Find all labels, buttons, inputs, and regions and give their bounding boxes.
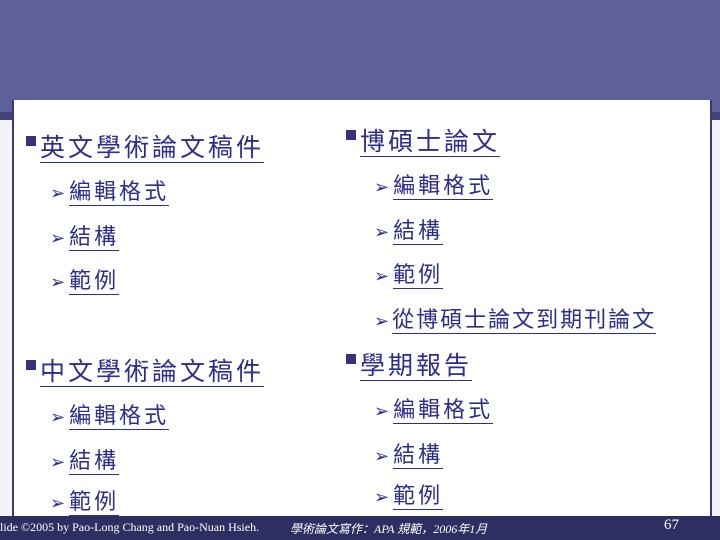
arrow-bullet-icon: ➢ xyxy=(374,401,393,422)
arrow-bullet-icon: ➢ xyxy=(50,183,69,204)
heading-english-paper: 英文學術論文稿件 xyxy=(26,128,265,164)
list-item: ➢範例 xyxy=(374,478,444,510)
heading-term-report: 學期報告 xyxy=(346,346,473,382)
heading-text: 學期報告 xyxy=(360,351,473,381)
heading-text: 英文學術論文稿件 xyxy=(40,133,265,163)
item-text: 編輯格式 xyxy=(393,398,494,424)
list-item: ➢編輯格式 xyxy=(374,168,494,200)
square-bullet-icon xyxy=(26,136,36,146)
item-text: 編輯格式 xyxy=(69,180,170,206)
item-text: 範例 xyxy=(393,484,444,510)
heading-text: 中文學術論文稿件 xyxy=(40,357,265,387)
item-text: 結構 xyxy=(393,219,444,245)
item-text: 結構 xyxy=(69,225,120,251)
list-item: ➢從博碩士論文到期刊論文 xyxy=(374,302,657,334)
heading-chinese-paper: 中文學術論文稿件 xyxy=(26,352,265,388)
heading-thesis: 博碩士論文 xyxy=(346,122,501,158)
list-item: ➢結構 xyxy=(50,219,120,251)
arrow-bullet-icon: ➢ xyxy=(50,452,69,473)
arrow-bullet-icon: ➢ xyxy=(374,177,393,198)
item-text: 編輯格式 xyxy=(69,404,170,430)
slide-footer: lide ©2005 by Pao-Long Chang and Pao-Nua… xyxy=(0,516,720,540)
list-item: ➢範例 xyxy=(50,484,120,516)
page-number: 67 xyxy=(664,517,679,533)
list-item: ➢編輯格式 xyxy=(50,398,170,430)
item-text: 範例 xyxy=(69,269,120,295)
item-text: 編輯格式 xyxy=(393,174,494,200)
list-item: ➢範例 xyxy=(50,263,120,295)
item-text: 結構 xyxy=(69,449,120,475)
square-bullet-icon xyxy=(346,130,356,140)
footer-course: 學術論文寫作：APA 規範，2006年1月 xyxy=(290,522,488,536)
item-text: 範例 xyxy=(69,490,120,516)
arrow-bullet-icon: ➢ xyxy=(374,222,393,243)
arrow-bullet-icon: ➢ xyxy=(50,407,69,428)
list-item: ➢編輯格式 xyxy=(374,392,494,424)
list-item: ➢結構 xyxy=(374,437,444,469)
arrow-bullet-icon: ➢ xyxy=(374,446,393,467)
list-item: ➢範例 xyxy=(374,257,444,289)
arrow-bullet-icon: ➢ xyxy=(374,311,392,332)
square-bullet-icon xyxy=(26,360,36,370)
arrow-bullet-icon: ➢ xyxy=(50,272,69,293)
item-text: 範例 xyxy=(393,263,444,289)
list-item: ➢編輯格式 xyxy=(50,174,170,206)
heading-text: 博碩士論文 xyxy=(360,127,501,157)
item-text: 從博碩士論文到期刊論文 xyxy=(392,308,657,334)
square-bullet-icon xyxy=(346,354,356,364)
list-item: ➢結構 xyxy=(374,213,444,245)
footer-credit: lide ©2005 by Pao-Long Chang and Pao-Nua… xyxy=(0,520,260,534)
item-text: 結構 xyxy=(393,443,444,469)
title-band xyxy=(0,0,720,112)
arrow-bullet-icon: ➢ xyxy=(374,266,393,287)
arrow-bullet-icon: ➢ xyxy=(50,228,69,249)
list-item: ➢結構 xyxy=(50,443,120,475)
arrow-bullet-icon: ➢ xyxy=(374,487,393,508)
arrow-bullet-icon: ➢ xyxy=(50,493,69,514)
